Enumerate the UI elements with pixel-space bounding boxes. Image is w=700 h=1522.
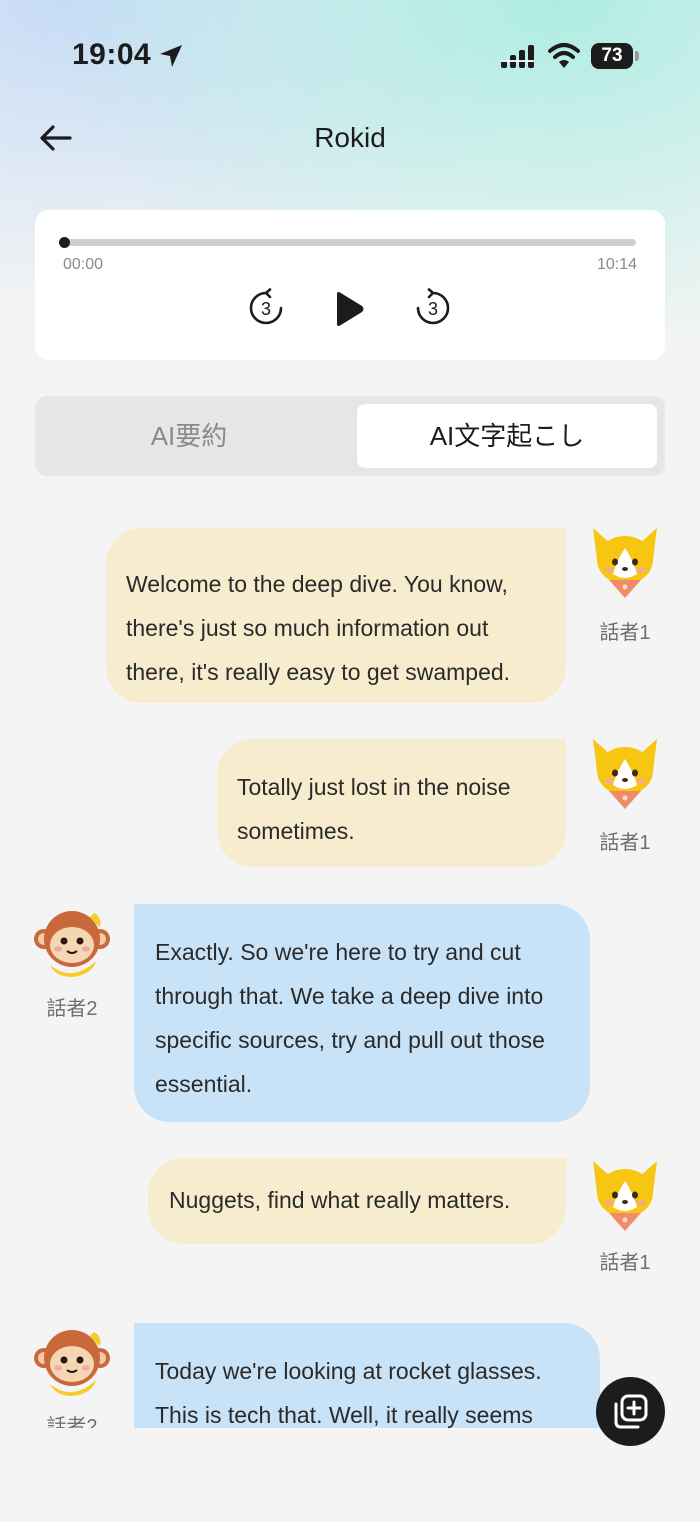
message-bubble: Welcome to the deep dive. You know, ther… [106,528,566,703]
corgi-avatar [593,739,657,809]
forward-3s-icon[interactable]: 3 [413,288,453,328]
message-bubble: Exactly. So we're here to try and cut th… [134,904,590,1122]
message-bubble: Nuggets, find what really matters. [148,1158,566,1244]
current-time: 00:00 [63,256,104,273]
audio-player: 00:00 10:14 3 3 [35,210,665,360]
copy-add-button[interactable] [596,1377,665,1446]
cellular-signal-icon [501,45,534,68]
battery-tip [635,51,639,61]
message-bubble: Totally just lost in the noise sometimes… [217,739,566,867]
monkey-avatar [33,910,111,978]
speaker-label: 話者1 [599,832,651,854]
progress-thumb[interactable] [59,237,70,248]
rewind-3s-icon[interactable]: 3 [246,288,286,328]
battery-indicator: 73 [591,43,639,69]
status-time: 19:04 [72,38,152,71]
progress-track[interactable] [63,239,636,246]
total-time: 10:14 [596,256,637,273]
battery-level: 73 [591,43,633,69]
rewind-label: 3 [261,299,271,319]
corgi-avatar [593,528,657,598]
speaker-label: 話者1 [599,1252,651,1274]
tab-bar: AI要約 AI文字起こし [35,396,665,476]
tab-ai-transcript[interactable]: AI文字起こし [357,404,657,468]
status-bar: 19:04 73 [0,0,700,110]
list-bottom-edge [0,1428,700,1522]
corgi-avatar [593,1161,657,1231]
page-title: Rokid [314,122,386,153]
tab-ai-summary[interactable]: AI要約 [39,404,339,468]
speaker-label: 話者2 [46,998,98,1020]
play-icon[interactable] [331,290,367,328]
location-arrow-icon [160,45,182,67]
copy-plus-icon [614,1394,648,1429]
wifi-icon [548,43,580,68]
speaker-label: 話者1 [599,622,651,644]
forward-label: 3 [428,299,438,319]
monkey-avatar [33,1329,111,1397]
